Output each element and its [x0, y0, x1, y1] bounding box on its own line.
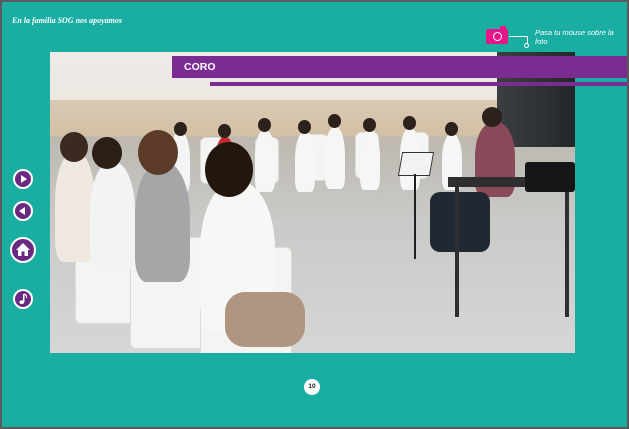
- camera-icon[interactable]: [486, 26, 508, 44]
- photo-keyboard: [525, 162, 575, 192]
- photo-teacher-head: [482, 107, 502, 127]
- page-number: 10: [304, 379, 320, 395]
- previous-button[interactable]: [13, 201, 33, 221]
- photo-hint-text: Pasa tu mouse sobre la foto: [535, 28, 614, 46]
- photo-desk-leg: [455, 187, 459, 317]
- hint-connector-dot: [524, 43, 529, 48]
- photo-child-head: [258, 118, 271, 132]
- photo-child-head: [363, 118, 376, 132]
- photo-child-front-head: [60, 132, 88, 162]
- photo-child-front: [55, 152, 95, 262]
- page-frame: En la familia SOG nos apoyamos Pasa tu m…: [2, 2, 627, 427]
- photo-child: [255, 130, 275, 192]
- music-button[interactable]: [13, 289, 33, 309]
- section-title: CORO: [184, 61, 216, 73]
- home-icon: [16, 243, 30, 256]
- home-button[interactable]: [10, 237, 36, 263]
- photo-music-stand: [414, 174, 416, 259]
- music-note-icon: [19, 293, 28, 304]
- photo-child-front-legs: [225, 292, 305, 347]
- photo-child-front: [135, 162, 190, 282]
- photo-child: [325, 127, 345, 189]
- photo-music-sheet: [397, 152, 435, 176]
- section-title-underline: [210, 82, 627, 86]
- photo-child-head: [218, 124, 231, 138]
- photo-child-front-head: [138, 130, 178, 175]
- photo-child-front: [90, 162, 135, 272]
- hint-connector-line: [509, 36, 527, 37]
- photo-child-head: [445, 122, 458, 136]
- photo-teacher-legs: [430, 192, 490, 252]
- next-button[interactable]: [13, 169, 33, 189]
- photo-child-head: [298, 120, 311, 134]
- photo-child-head: [328, 114, 341, 128]
- section-title-bar: CORO: [172, 56, 627, 78]
- play-next-icon: [21, 175, 27, 183]
- play-previous-icon: [19, 207, 25, 215]
- photo-child-head: [174, 122, 187, 136]
- photo-child-front-head: [205, 142, 253, 197]
- photo-child-head: [403, 116, 416, 130]
- photo-child-front-head: [92, 137, 122, 169]
- photo-desk-leg: [565, 187, 569, 317]
- choir-photo[interactable]: [50, 52, 575, 353]
- brand-text: En la familia SOG nos apoyamos: [12, 16, 123, 25]
- photo-child: [295, 132, 315, 192]
- photo-child: [360, 130, 380, 190]
